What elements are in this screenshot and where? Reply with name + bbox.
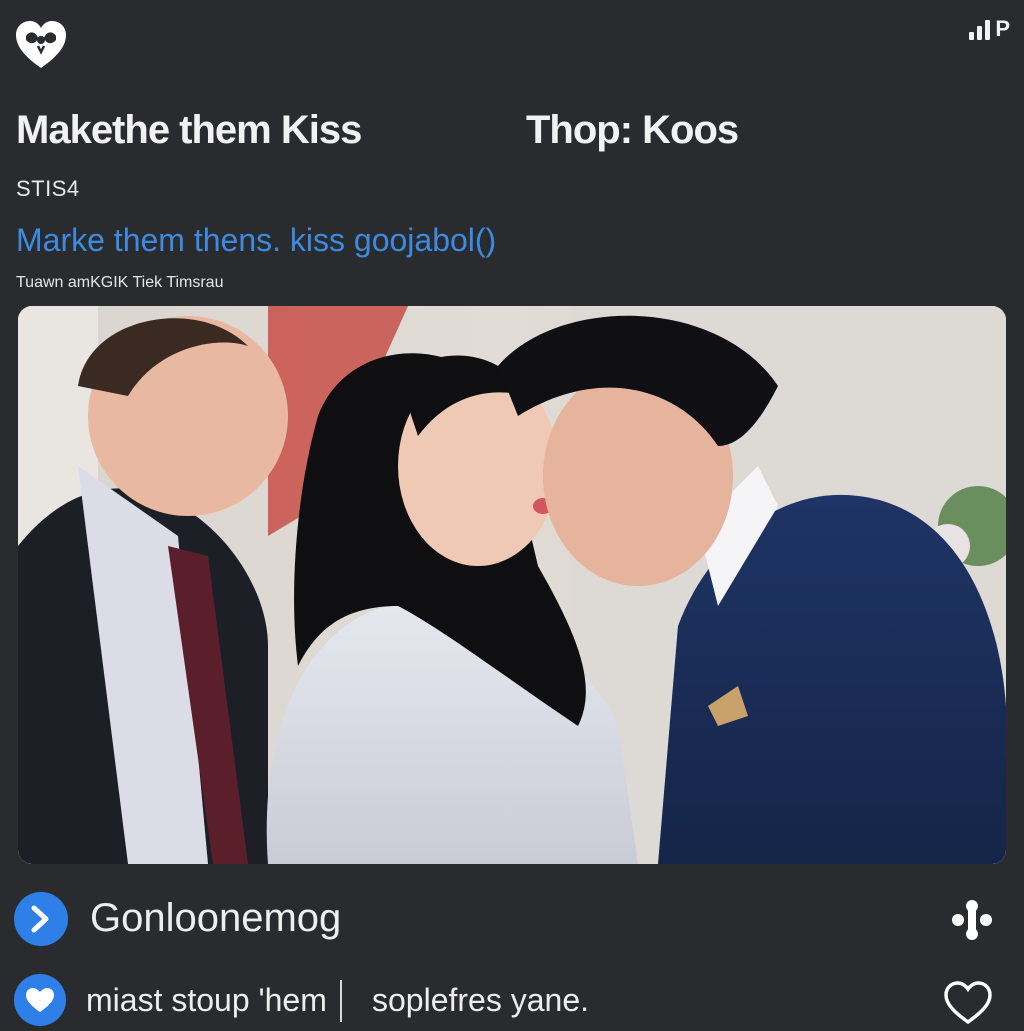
- more-options-icon[interactable]: [948, 896, 996, 944]
- secondary-action-button[interactable]: [14, 974, 66, 1026]
- secondary-action-row[interactable]: miast stoup 'hem soplefres yane.: [14, 972, 1010, 1026]
- heart-logo-icon[interactable]: [14, 18, 68, 72]
- divider: [340, 980, 342, 1022]
- post-title: Makethe them Kiss: [16, 108, 362, 152]
- heart-outline-icon[interactable]: [942, 978, 994, 1026]
- title-row: Makethe them Kiss Thop: Koos: [16, 108, 1006, 164]
- chevron-right-icon: [31, 905, 49, 933]
- top-bar: P: [0, 0, 1024, 80]
- heart-icon: [26, 988, 54, 1012]
- secondary-action-label: miast stoup 'hem: [86, 982, 327, 1018]
- signal-icon: P: [969, 12, 1010, 40]
- post-image-illustration: [18, 306, 1006, 864]
- primary-action-label: Gonloonemog: [90, 896, 342, 940]
- post-meta: STIS4: [16, 176, 80, 201]
- post-subtitle: Tuawn amKGIK Tiek Timsrau: [16, 274, 224, 291]
- secondary-action-label-right: soplefres yane.: [372, 982, 590, 1018]
- primary-action-button[interactable]: [14, 892, 68, 946]
- post-title-secondary: Thop: Koos: [526, 108, 739, 152]
- signal-label: P: [995, 16, 1010, 41]
- primary-action-row[interactable]: Gonloonemog: [14, 890, 1010, 948]
- post-link[interactable]: Marke them thens. kiss goojabol(): [16, 222, 496, 259]
- post-image[interactable]: [18, 306, 1006, 864]
